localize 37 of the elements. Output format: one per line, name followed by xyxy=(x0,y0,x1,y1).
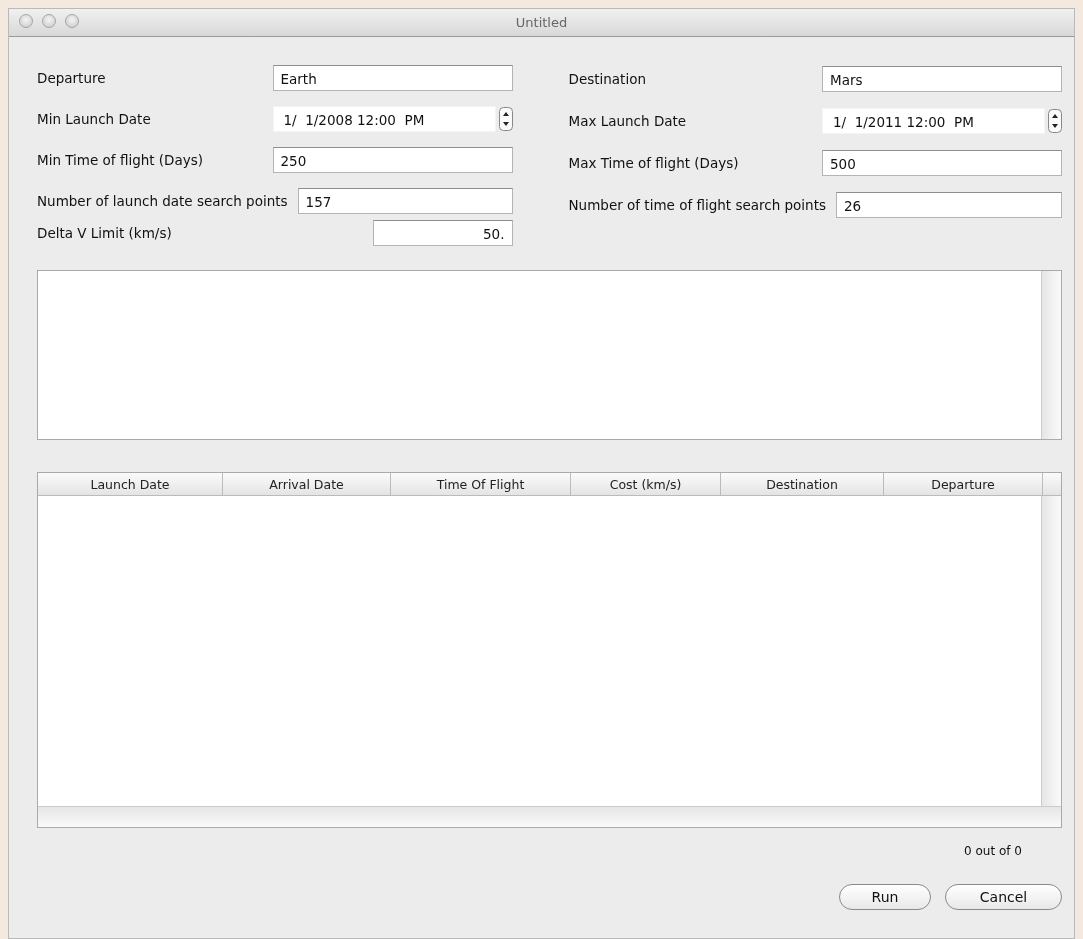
scrollbar-track[interactable] xyxy=(1041,496,1061,806)
result-count: 0 out of 0 xyxy=(964,844,1022,858)
scrollbar-track[interactable] xyxy=(1041,271,1061,439)
input-field[interactable]: 26 xyxy=(836,192,1062,218)
column-header[interactable]: Arrival Date xyxy=(223,473,391,495)
column-header[interactable]: Time Of Flight xyxy=(391,473,571,495)
column-header[interactable]: Launch Date xyxy=(38,473,223,495)
input-field[interactable]: 250 xyxy=(272,146,513,173)
window-title: Untitled xyxy=(515,15,568,30)
minimize-button[interactable] xyxy=(42,14,56,28)
stepper-icon[interactable] xyxy=(498,107,513,132)
field-label: Number of launch date search points xyxy=(37,192,288,209)
zoom-button[interactable] xyxy=(65,14,79,28)
column-header[interactable]: Departure xyxy=(884,473,1043,495)
column-header[interactable]: Cost (km/s) xyxy=(571,473,721,495)
field-label: Delta V Limit (km/s) xyxy=(37,224,172,241)
dialog-button[interactable]: Cancel xyxy=(945,884,1062,910)
field-label: Max Launch Date xyxy=(568,113,687,129)
stepper-icon[interactable] xyxy=(1048,109,1062,133)
input-field[interactable]: Earth xyxy=(272,65,513,92)
field-label: Destination xyxy=(568,71,646,87)
field-label: Min Launch Date xyxy=(37,111,151,128)
field-label: Max Time of flight (Days) xyxy=(568,155,739,171)
field-label: Departure xyxy=(37,70,106,87)
dialog-button[interactable]: Run xyxy=(839,884,931,910)
field-label: Number of time of flight search points xyxy=(568,197,826,213)
output-area[interactable] xyxy=(37,270,1062,440)
input-field[interactable]: 157 xyxy=(297,187,513,214)
date-field[interactable]: 1/ 1/2008 12:00 PM xyxy=(272,106,496,133)
column-header[interactable]: Destination xyxy=(721,473,884,495)
input-field[interactable]: Mars xyxy=(822,66,1062,92)
scrollbar-track[interactable] xyxy=(38,806,1061,827)
date-field[interactable]: 1/ 1/2011 12:00 PM xyxy=(822,108,1045,134)
field-label: Min Time of flight (Days) xyxy=(37,151,204,168)
input-field[interactable]: 500 xyxy=(822,150,1062,176)
input-field[interactable]: 50. xyxy=(372,219,513,246)
close-button[interactable] xyxy=(19,14,33,28)
